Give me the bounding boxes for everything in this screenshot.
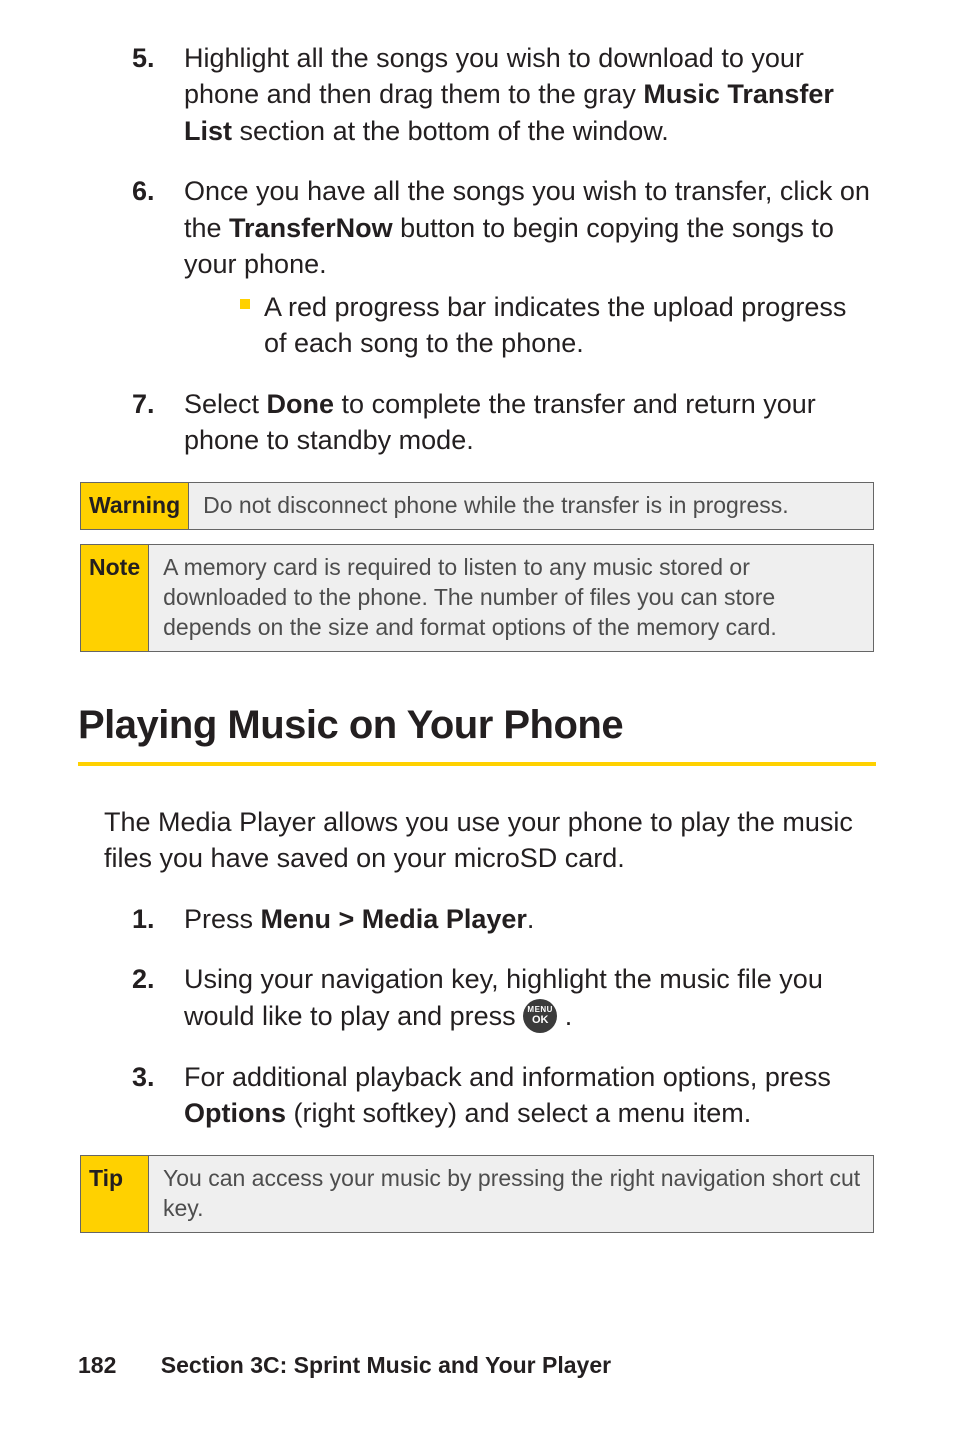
footer-section: Section 3C: Sprint Music and Your Player [161,1352,611,1378]
page-footer: 182 Section 3C: Sprint Music and Your Pl… [78,1350,611,1381]
step-number: 7. [132,386,184,459]
warning-body: Do not disconnect phone while the transf… [189,483,873,529]
intro-paragraph: The Media Player allows you use your pho… [104,804,876,877]
page-title: Playing Music on Your Phone [78,698,876,752]
list-item: 6.Once you have all the songs you wish t… [78,173,876,361]
step-number: 1. [132,901,184,937]
tip-body: You can access your music by pressing th… [149,1156,873,1232]
step-body: Press Menu > Media Player. [184,901,876,937]
note-callout: Note A memory card is required to listen… [80,544,874,652]
step-number: 2. [132,961,184,1034]
note-body: A memory card is required to listen to a… [149,545,873,651]
page-number: 182 [78,1352,116,1378]
step-body: Once you have all the songs you wish to … [184,173,876,361]
list-item: 5.Highlight all the songs you wish to do… [78,40,876,149]
title-underline [78,762,876,766]
warning-callout: Warning Do not disconnect phone while th… [80,482,874,530]
note-label: Note [81,545,149,651]
list-item: 1.Press Menu > Media Player. [78,901,876,937]
warning-label: Warning [81,483,189,529]
list-item: 7.Select Done to complete the transfer a… [78,386,876,459]
step-number: 5. [132,40,184,149]
bullet-icon [240,299,250,309]
step-number: 3. [132,1059,184,1132]
step-body: Using your navigation key, highlight the… [184,961,876,1034]
step-body: Select Done to complete the transfer and… [184,386,876,459]
tip-callout: Tip You can access your music by pressin… [80,1155,874,1233]
list-item: 2.Using your navigation key, highlight t… [78,961,876,1034]
tip-label: Tip [81,1156,149,1232]
step-body: Highlight all the songs you wish to down… [184,40,876,149]
step-number: 6. [132,173,184,361]
menu-ok-icon: MENUOK [523,999,557,1033]
list-item: 3.For additional playback and informatio… [78,1059,876,1132]
sub-bullet: A red progress bar indicates the upload … [184,289,876,362]
step-body: For additional playback and information … [184,1059,876,1132]
